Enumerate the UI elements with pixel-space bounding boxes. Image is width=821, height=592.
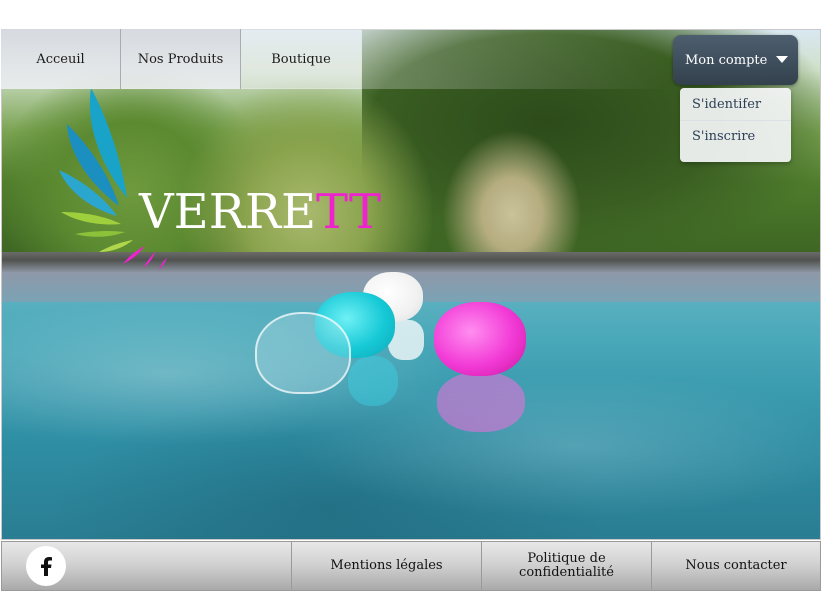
hero-grass-plume — [442, 130, 582, 270]
menu-item-register[interactable]: S'inscrire — [680, 120, 791, 152]
account-dropdown: S'identifer S'inscrire — [680, 88, 791, 162]
facebook-icon[interactable] — [26, 546, 66, 586]
site-logo[interactable]: VERRETT — [55, 88, 385, 273]
footer-bar: Mentions légales Politique de confidenti… — [1, 541, 821, 591]
nav-item-accueil[interactable]: Acceuil — [1, 29, 121, 89]
nav-item-boutique[interactable]: Boutique — [241, 29, 361, 89]
account-button[interactable]: Mon compte — [673, 35, 798, 85]
pink-glass — [434, 302, 526, 376]
logo-wordmark-main: VERRE — [139, 184, 317, 240]
footer-link-contact[interactable]: Nous contacter — [652, 542, 820, 590]
clear-glass — [255, 312, 351, 394]
nav-item-produits[interactable]: Nos Produits — [121, 29, 241, 89]
footer-social — [2, 542, 292, 590]
footer-link-mentions[interactable]: Mentions légales — [292, 542, 482, 590]
cyan-glass-reflection — [348, 356, 398, 406]
footer-link-privacy[interactable]: Politique de confidentialité — [482, 542, 652, 590]
facebook-glyph — [41, 557, 52, 576]
logo-wing-icon — [59, 88, 167, 270]
nav-bar-fade — [361, 29, 671, 89]
pink-glass-reflection — [437, 372, 525, 432]
account-button-label: Mon compte — [685, 52, 768, 68]
logo-wordmark-accent: TT — [316, 184, 381, 240]
logo-wordmark: VERRETT — [139, 188, 381, 236]
chevron-down-icon — [776, 56, 788, 63]
main-nav: Acceuil Nos Produits Boutique — [1, 29, 361, 89]
menu-item-login[interactable]: S'identifer — [680, 88, 791, 120]
